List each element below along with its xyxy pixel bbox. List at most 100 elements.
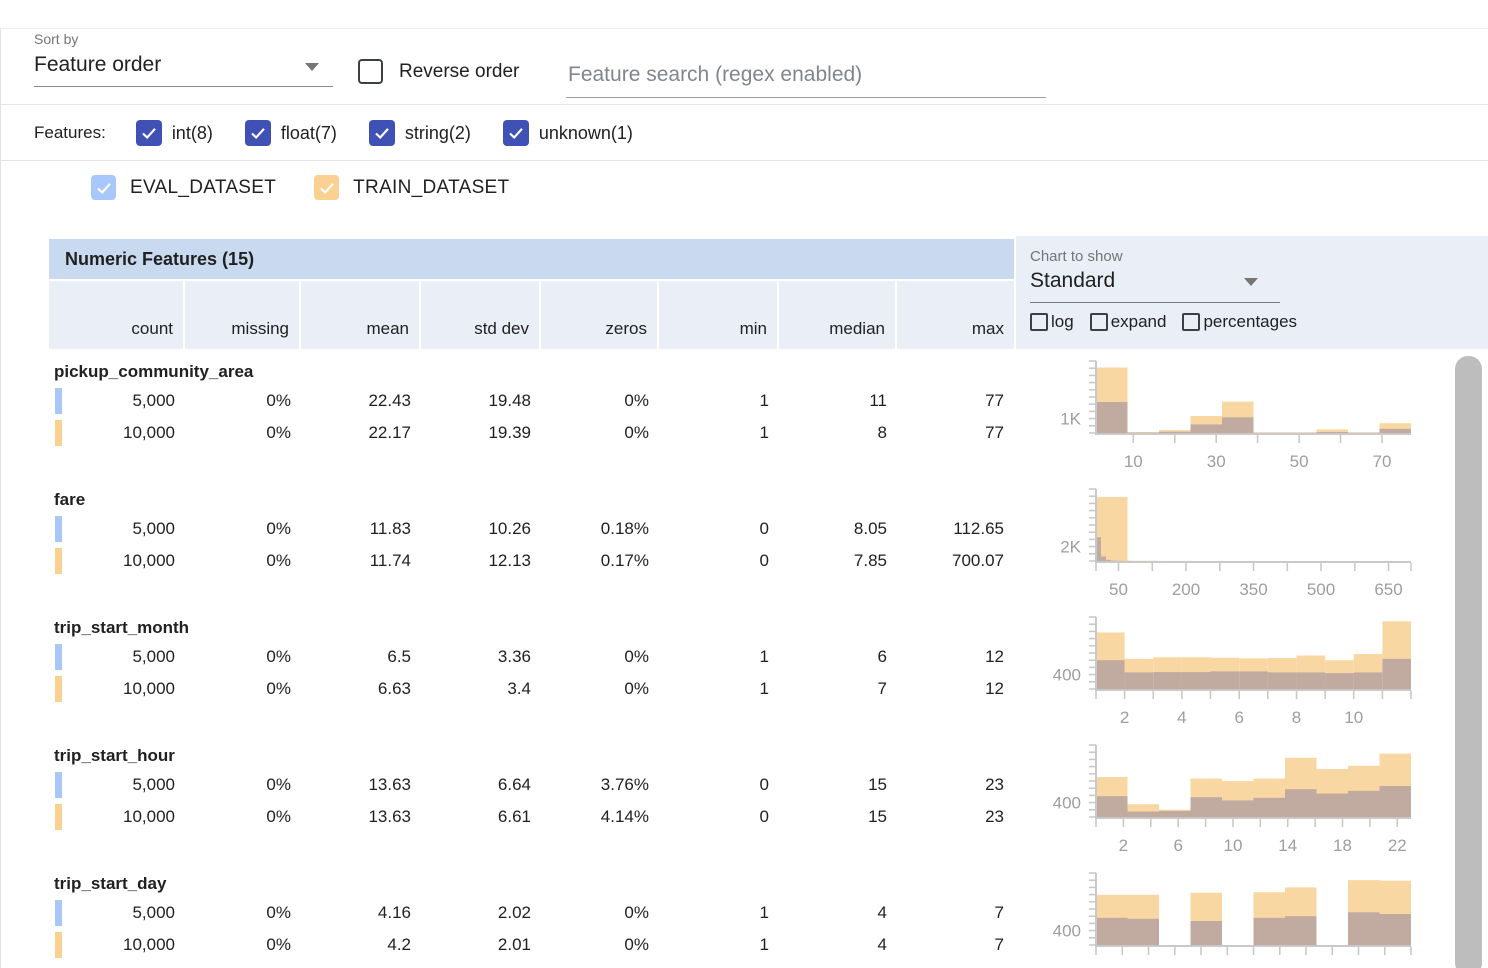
column-header: mean [301, 281, 421, 349]
features-filter-bar: Features: int(8)float(7)string(2)unknown… [1, 106, 1488, 161]
value-cell: 11 [779, 391, 897, 411]
value-cell: 0% [185, 903, 301, 923]
reverse-order-checkbox[interactable] [358, 59, 383, 84]
svg-text:6: 6 [1234, 708, 1243, 727]
chart-to-show-label: Chart to show [1030, 248, 1488, 265]
svg-text:14: 14 [1278, 836, 1297, 855]
value-cell: 0% [185, 935, 301, 955]
feature-name: pickup_community_area [49, 359, 1014, 385]
train-dataset-checkbox[interactable] [314, 175, 339, 200]
value-cell: 23 [897, 807, 1014, 827]
feature-type-filter: float(7) [245, 120, 337, 146]
check-icon [94, 178, 114, 198]
scrollbar-thumb[interactable] [1455, 356, 1482, 968]
histogram-chart[interactable]: 400 [1021, 871, 1421, 968]
train-swatch [55, 420, 62, 446]
value-cell: 7 [897, 935, 1014, 955]
value-cell: 6 [779, 647, 897, 667]
value-cell: 10,000 [65, 423, 185, 443]
value-cell: 5,000 [65, 775, 185, 795]
value-cell: 10.26 [421, 519, 541, 539]
value-cell: 5,000 [65, 391, 185, 411]
svg-text:10: 10 [1224, 836, 1243, 855]
value-cell: 10,000 [65, 935, 185, 955]
check-icon [317, 178, 337, 198]
value-cell: 1 [659, 935, 779, 955]
column-header: missing [185, 281, 301, 349]
check-icon [372, 123, 392, 143]
dataset-label: EVAL_DATASET [130, 177, 276, 199]
value-cell: 12.13 [421, 551, 541, 571]
log-checkbox[interactable] [1030, 313, 1048, 331]
stats-row: 10,0000%22.1719.390%1877 [49, 417, 1014, 449]
eval-swatch [55, 516, 62, 542]
value-cell: 0% [185, 647, 301, 667]
train-swatch [55, 932, 62, 958]
column-header: max [897, 281, 1014, 349]
chart-option-label: percentages [1203, 312, 1297, 332]
feature-type-checkbox[interactable] [369, 120, 395, 146]
value-cell: 0% [185, 807, 301, 827]
train-swatch [55, 548, 62, 574]
histogram-chart[interactable]: 1K10305070 [1021, 359, 1421, 481]
feature-block: trip_start_hour5,0000%13.636.643.76%0152… [49, 737, 1449, 865]
sort-by-dropdown[interactable]: Sort by Feature order [34, 31, 333, 87]
value-cell: 3.4 [421, 679, 541, 699]
stats-row: 10,0000%4.22.010%147 [49, 929, 1014, 961]
feature-search-input[interactable] [566, 59, 1046, 98]
stats-row: 10,0000%11.7412.130.17%07.85700.07 [49, 545, 1014, 577]
chart-option: expand [1090, 312, 1167, 332]
histogram-chart[interactable]: 2K50200350500650 [1021, 487, 1421, 609]
column-header: zeros [541, 281, 659, 349]
stats-row: 5,0000%13.636.643.76%01523 [49, 769, 1014, 801]
stats-row: 5,0000%6.53.360%1612 [49, 641, 1014, 673]
eval-dataset-checkbox[interactable] [91, 175, 116, 200]
feature-name: trip_start_month [49, 615, 1014, 641]
value-cell: 0 [659, 807, 779, 827]
feature-type-label: float(7) [281, 123, 337, 144]
stats-row: 5,0000%11.8310.260.18%08.05112.65 [49, 513, 1014, 545]
value-cell: 19.48 [421, 391, 541, 411]
features-label: Features: [34, 123, 106, 143]
histogram-chart[interactable]: 4002610141822 [1021, 743, 1421, 865]
value-cell: 0% [185, 519, 301, 539]
value-cell: 2.02 [421, 903, 541, 923]
sort-by-label: Sort by [34, 31, 333, 47]
value-cell: 4.16 [301, 903, 421, 923]
value-cell: 77 [897, 391, 1014, 411]
feature-type-checkbox[interactable] [503, 120, 529, 146]
feature-stats: trip_start_hour5,0000%13.636.643.76%0152… [49, 743, 1014, 865]
eval-swatch [55, 388, 62, 414]
chart-to-show-dropdown[interactable]: Standard [1030, 269, 1280, 303]
value-cell: 1 [659, 391, 779, 411]
value-cell: 0% [185, 423, 301, 443]
vertical-scrollbar[interactable] [1455, 356, 1482, 968]
value-cell: 0 [659, 551, 779, 571]
svg-text:18: 18 [1333, 836, 1352, 855]
value-cell: 1 [659, 903, 779, 923]
histogram-chart[interactable]: 400246810 [1021, 615, 1421, 737]
chart-controls-panel: Chart to show Standard logexpandpercenta… [1016, 236, 1488, 349]
percentages-checkbox[interactable] [1182, 313, 1200, 331]
svg-text:10: 10 [1344, 708, 1363, 727]
feature-block: fare5,0000%11.8310.260.18%08.05112.6510,… [49, 481, 1449, 609]
feature-name: trip_start_hour [49, 743, 1014, 769]
value-cell: 22.43 [301, 391, 421, 411]
svg-text:400: 400 [1053, 922, 1081, 941]
value-cell: 3.76% [541, 775, 659, 795]
feature-type-checkbox[interactable] [245, 120, 271, 146]
feature-type-checkbox[interactable] [136, 120, 162, 146]
value-cell: 8 [779, 423, 897, 443]
column-header: std dev [421, 281, 541, 349]
svg-text:200: 200 [1172, 580, 1200, 599]
value-cell: 11.83 [301, 519, 421, 539]
expand-checkbox[interactable] [1090, 313, 1108, 331]
feature-block: pickup_community_area5,0000%22.4319.480%… [49, 353, 1449, 481]
value-cell: 13.63 [301, 807, 421, 827]
eval-swatch [55, 772, 62, 798]
value-cell: 23 [897, 775, 1014, 795]
value-cell: 0% [541, 391, 659, 411]
value-cell: 6.63 [301, 679, 421, 699]
value-cell: 0.18% [541, 519, 659, 539]
dataset-label: TRAIN_DATASET [353, 177, 509, 199]
